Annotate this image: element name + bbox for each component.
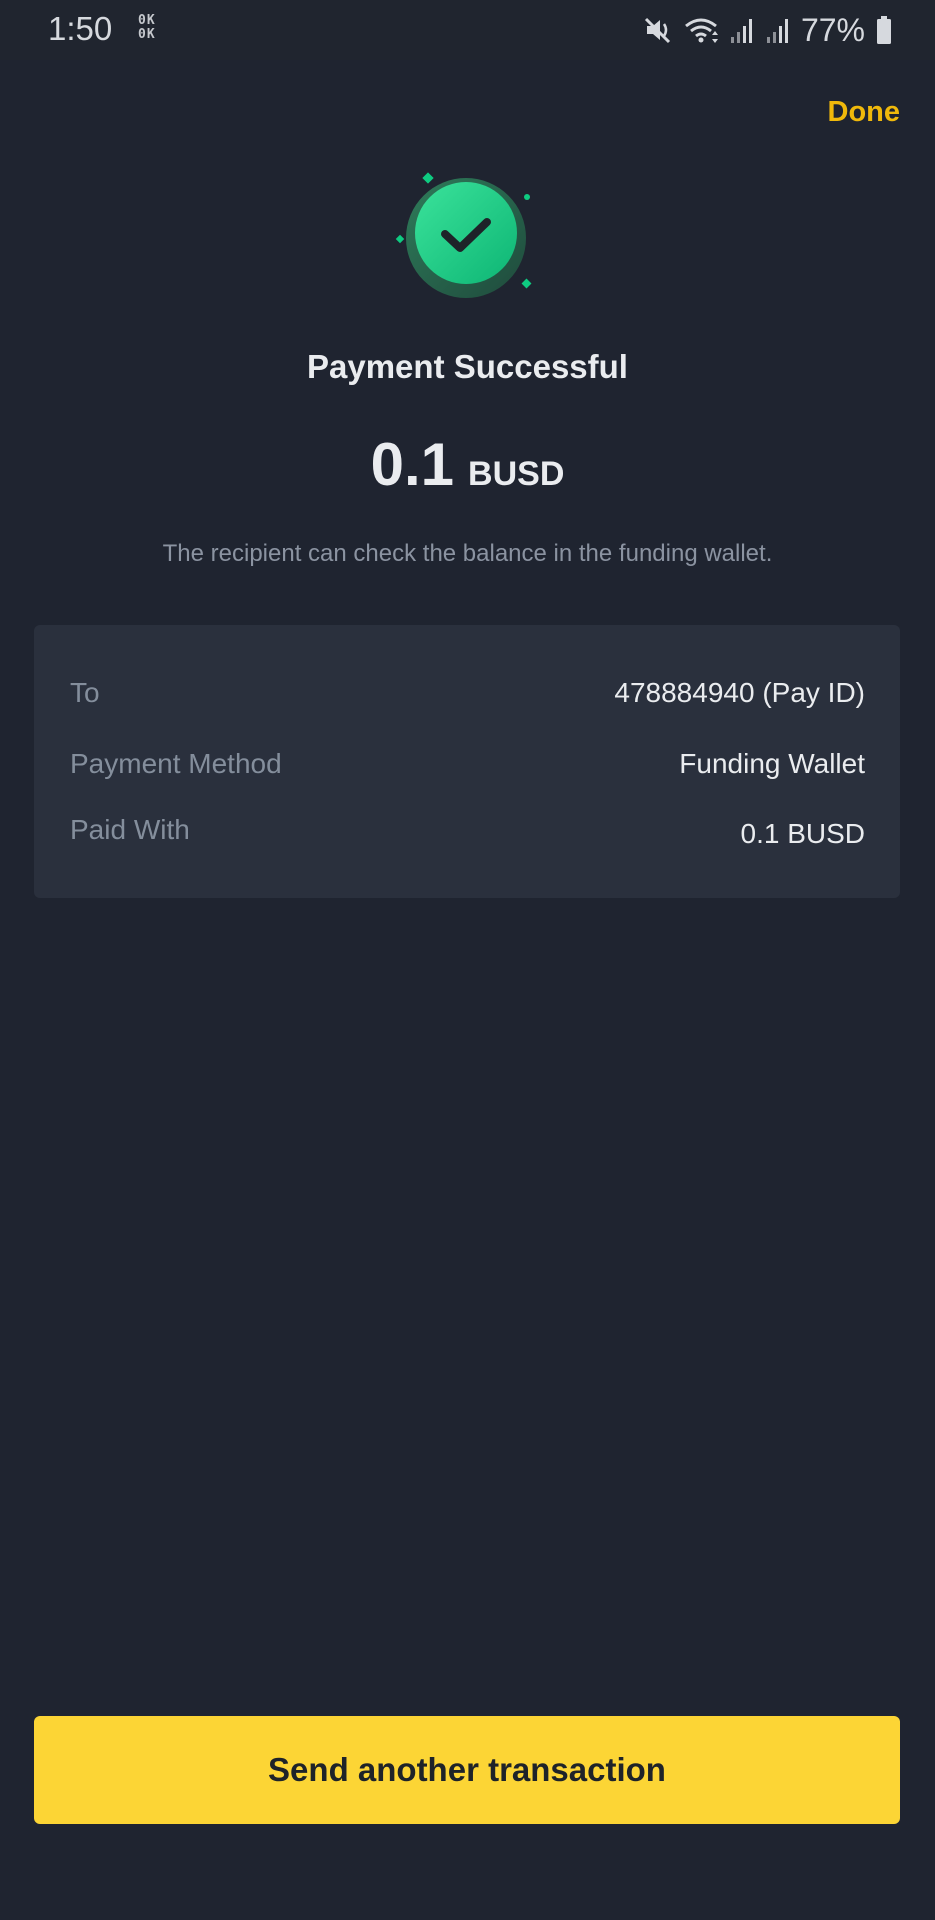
amount-row: 0.1 BUSD <box>0 430 935 499</box>
mute-icon <box>643 15 673 45</box>
detail-value: 478884940 (Pay ID) <box>614 677 865 708</box>
check-circle-icon <box>389 170 541 322</box>
detail-label: Paid With <box>70 814 190 845</box>
status-icons: 77% <box>643 10 893 50</box>
payment-details-card: To 478884940 (Pay ID) Payment Method Fun… <box>34 625 900 898</box>
battery-percentage: 77% <box>800 11 865 48</box>
detail-row-paid-with: Paid With 0.1 BUSD <box>70 814 865 854</box>
payment-success-screen: 1:50 0K 0K 77% Done Payment Successful 0… <box>0 0 935 1920</box>
detail-row-to: To 478884940 (Pay ID) <box>70 673 865 713</box>
amount-currency: BUSD <box>468 455 565 493</box>
status-time: 1:50 <box>48 10 113 47</box>
wifi-icon <box>683 15 719 45</box>
amount-value: 0.1 <box>370 431 455 498</box>
status-ok-indicator: 0K 0K <box>138 14 156 42</box>
detail-row-payment-method: Payment Method Funding Wallet <box>70 744 865 784</box>
detail-value: 0.1 BUSD <box>740 818 866 849</box>
signal-icon-2 <box>765 15 791 45</box>
send-another-transaction-button[interactable]: Send another transaction <box>34 1716 900 1824</box>
battery-icon <box>875 15 893 45</box>
recipient-note: The recipient can check the balance in t… <box>162 540 773 567</box>
status-ok-top: 0K <box>138 13 156 28</box>
send-another-transaction-label: Send another transaction <box>268 1751 666 1788</box>
detail-value: Funding Wallet <box>679 748 865 779</box>
detail-label: Payment Method <box>70 748 282 779</box>
detail-label: To <box>70 677 100 708</box>
page-title: Payment Successful <box>307 348 628 385</box>
signal-icon <box>729 15 755 45</box>
done-button[interactable]: Done <box>828 96 901 129</box>
status-ok-bottom: 0K <box>138 27 156 42</box>
status-bar: 1:50 0K 0K 77% <box>0 0 935 60</box>
